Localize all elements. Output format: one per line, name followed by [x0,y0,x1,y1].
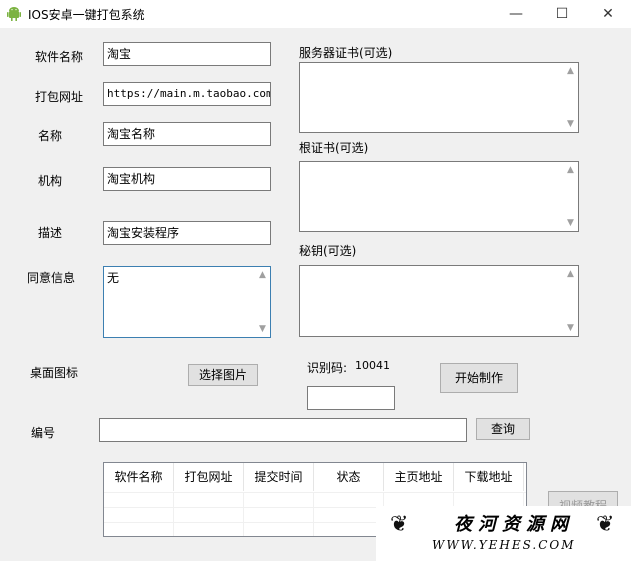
col-software-name[interactable]: 软件名称 [104,463,174,491]
scroll-down-icon[interactable]: ▼ [255,323,270,335]
ornament-left-icon: ❦ [390,512,409,537]
choose-image-button[interactable]: 选择图片 [188,364,258,386]
number-label: 编号 [31,426,56,440]
close-button[interactable]: ✕ [585,0,631,28]
table-header: 软件名称 打包网址 提交时间 状态 主页地址 下载地址 [104,463,524,491]
scroll-down-icon[interactable]: ▼ [563,322,578,334]
server-cert-scrollbar[interactable]: ▲ ▼ [563,63,578,132]
watermark: ❦ ❦ 夜河资源网 WWW.YEHES.COM [376,506,631,561]
org-input[interactable]: 淘宝机构 [103,167,271,191]
scroll-down-icon[interactable]: ▼ [563,217,578,229]
software-name-input[interactable]: 淘宝 [103,42,271,66]
name-input[interactable]: 淘宝名称 [103,122,271,146]
col-home-url[interactable]: 主页地址 [384,463,454,491]
col-submit-time[interactable]: 提交时间 [244,463,314,491]
ornament-right-icon: ❦ [596,512,615,537]
scroll-up-icon[interactable]: ▲ [563,164,578,176]
consent-text: 无 [107,271,120,285]
desc-label: 描述 [38,226,63,240]
secret-key-label: 秘钥(可选) [299,244,357,258]
id-code-label: 识别码: [307,361,348,375]
watermark-url: WWW.YEHES.COM [432,538,576,552]
window-title: IOS安卓一键打包系统 [28,8,145,22]
consent-scrollbar[interactable]: ▲ ▼ [255,267,270,337]
software-name-label: 软件名称 [35,50,84,64]
package-url-input[interactable]: https://main.m.taobao.com/ [103,82,271,106]
watermark-text: 夜河资源网 [454,514,574,535]
consent-textarea[interactable]: 无 ▲ ▼ [103,266,271,338]
scroll-down-icon[interactable]: ▼ [563,118,578,130]
consent-label: 同意信息 [27,271,76,285]
secret-key-textarea[interactable]: ▲ ▼ [299,265,579,337]
col-download-url[interactable]: 下载地址 [454,463,524,491]
id-code-value: 10041 [355,359,390,372]
desktop-icon-label: 桌面图标 [30,366,79,380]
name-label: 名称 [38,129,63,143]
number-input[interactable] [99,418,467,442]
root-cert-label: 根证书(可选) [299,141,369,155]
start-button[interactable]: 开始制作 [440,363,518,393]
root-cert-scrollbar[interactable]: ▲ ▼ [563,162,578,231]
scroll-up-icon[interactable]: ▲ [255,269,270,281]
android-icon [6,5,22,21]
root-cert-textarea[interactable]: ▲ ▼ [299,161,579,232]
org-label: 机构 [38,174,63,188]
id-code-input[interactable] [307,386,395,410]
package-url-label: 打包网址 [35,90,84,104]
server-cert-textarea[interactable]: ▲ ▼ [299,62,579,133]
server-cert-label: 服务器证书(可选) [299,46,393,60]
scroll-up-icon[interactable]: ▲ [563,65,578,77]
query-button[interactable]: 查询 [476,418,530,440]
col-status[interactable]: 状态 [314,463,384,491]
col-package-url[interactable]: 打包网址 [174,463,244,491]
secret-key-scrollbar[interactable]: ▲ ▼ [563,266,578,336]
scroll-up-icon[interactable]: ▲ [563,268,578,280]
maximize-button[interactable]: ☐ [539,0,585,28]
title-bar: IOS安卓一键打包系统 — ☐ ✕ [0,0,631,28]
minimize-button[interactable]: — [493,0,539,28]
desc-input[interactable]: 淘宝安装程序 [103,221,271,245]
